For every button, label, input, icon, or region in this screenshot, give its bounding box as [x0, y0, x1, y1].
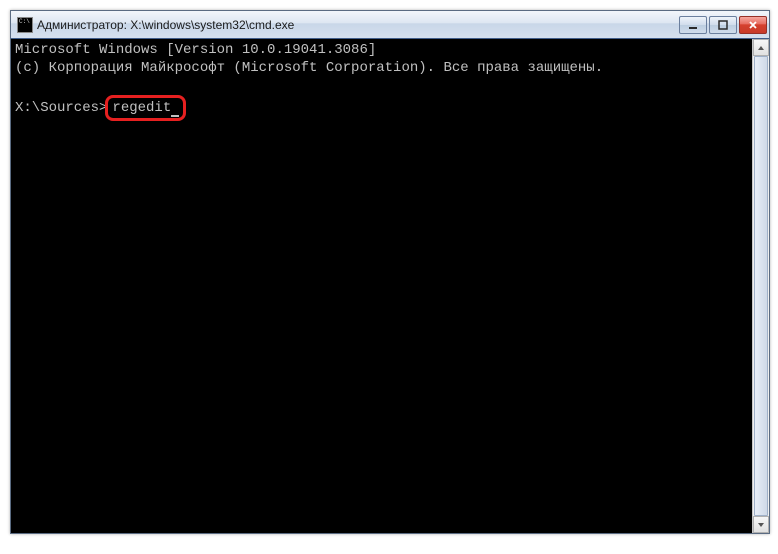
- console-line-2: (c) Корпорация Майкрософт (Microsoft Cor…: [15, 60, 603, 76]
- scroll-thumb[interactable]: [754, 56, 768, 516]
- minimize-icon: [688, 20, 698, 30]
- window-controls: [679, 16, 767, 34]
- prompt-text: X:\Sources>: [15, 99, 107, 117]
- close-icon: [748, 20, 758, 30]
- vertical-scrollbar[interactable]: [752, 39, 769, 533]
- scroll-down-button[interactable]: [753, 516, 769, 533]
- chevron-up-icon: [757, 44, 765, 52]
- maximize-button[interactable]: [709, 16, 737, 34]
- console-content[interactable]: Microsoft Windows [Version 10.0.19041.30…: [11, 39, 752, 533]
- console-line-1: Microsoft Windows [Version 10.0.19041.30…: [15, 42, 376, 58]
- console-body: Microsoft Windows [Version 10.0.19041.30…: [11, 39, 769, 533]
- cursor: [171, 115, 179, 117]
- close-button[interactable]: [739, 16, 767, 34]
- maximize-icon: [718, 20, 728, 30]
- chevron-down-icon: [757, 521, 765, 529]
- cmd-icon: [17, 17, 33, 33]
- minimize-button[interactable]: [679, 16, 707, 34]
- scroll-up-button[interactable]: [753, 39, 769, 56]
- command-text: regedit: [112, 100, 171, 116]
- scroll-track[interactable]: [753, 56, 769, 516]
- titlebar[interactable]: Администратор: X:\windows\system32\cmd.e…: [11, 11, 769, 39]
- window-title: Администратор: X:\windows\system32\cmd.e…: [37, 18, 679, 32]
- cmd-window: Администратор: X:\windows\system32\cmd.e…: [10, 10, 770, 534]
- prompt-line: X:\Sources> regedit: [15, 95, 748, 121]
- command-highlight: regedit: [105, 95, 186, 121]
